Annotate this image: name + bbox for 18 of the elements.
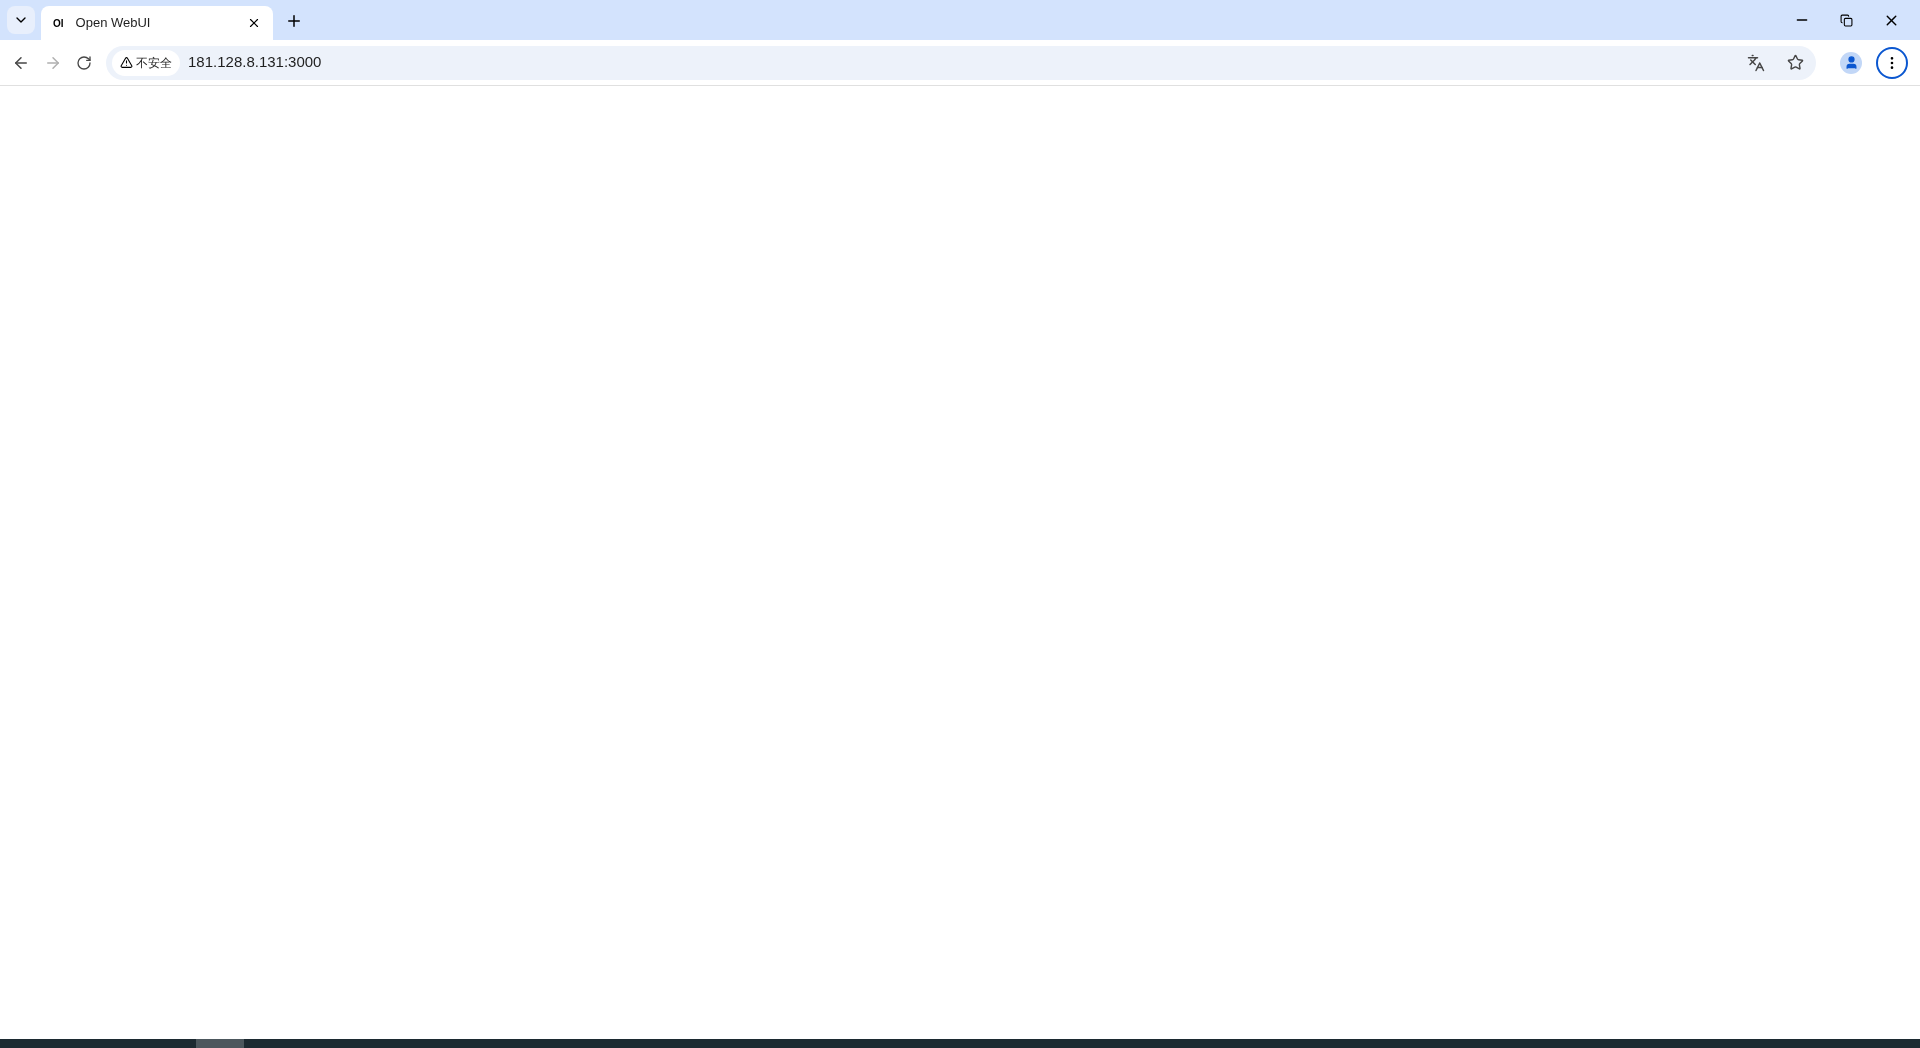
close-icon[interactable]: [247, 16, 261, 30]
reload-icon[interactable]: [76, 54, 92, 71]
security-label: 不安全: [136, 54, 172, 72]
tab-title: Open WebUI: [75, 14, 152, 33]
address-bar[interactable]: 不安全 181.128.8.131:3000: [106, 45, 1816, 80]
url-text: 181.128.8.131:3000: [188, 52, 323, 73]
tab-search-button[interactable]: [7, 6, 35, 34]
person-icon: [1843, 55, 1859, 70]
new-tab-icon[interactable]: [285, 12, 303, 30]
menu-button[interactable]: [1876, 46, 1908, 79]
translate-icon[interactable]: [1747, 53, 1765, 72]
restore-icon[interactable]: [1840, 13, 1853, 27]
warning-icon: [120, 56, 133, 69]
bookmark-star-icon[interactable]: [1787, 54, 1804, 71]
tab-favicon: OI: [53, 16, 64, 31]
security-chip[interactable]: 不安全: [112, 49, 180, 76]
profile-avatar[interactable]: [1840, 51, 1862, 74]
browser-tab[interactable]: OI Open WebUI: [41, 6, 273, 40]
